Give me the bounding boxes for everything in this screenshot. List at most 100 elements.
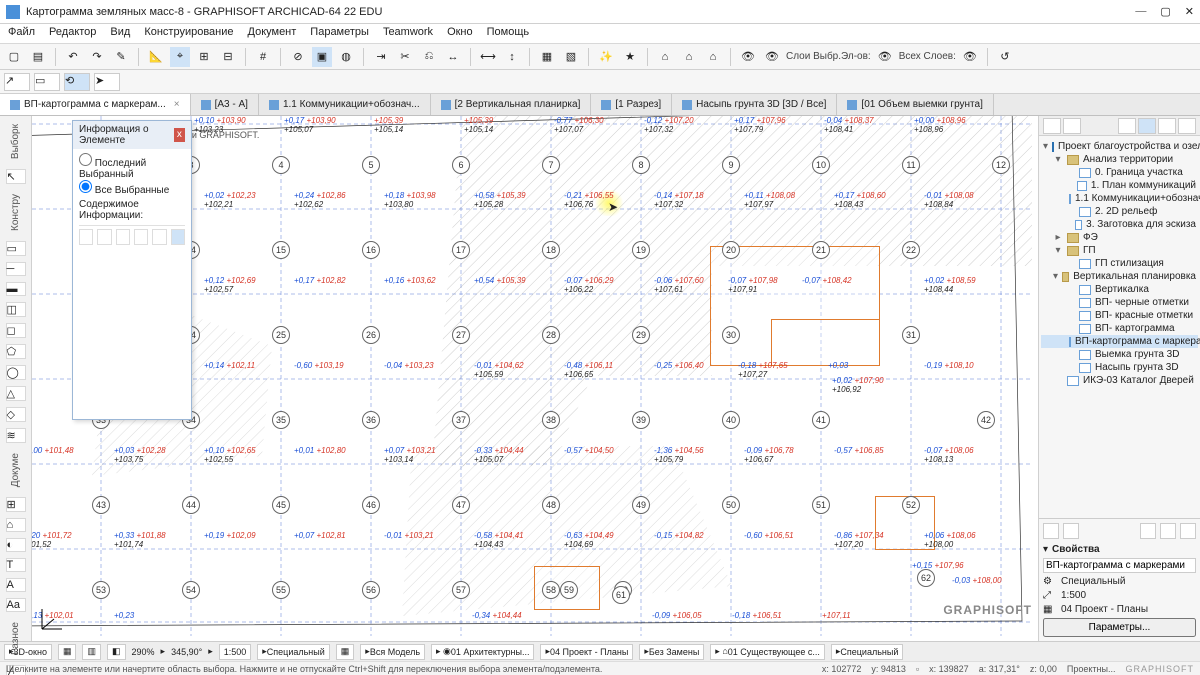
nav-tab-1[interactable]: [1043, 118, 1061, 134]
sb-icon-3[interactable]: ◧: [107, 644, 126, 660]
pick-icon[interactable]: ✎: [111, 47, 131, 67]
menu-Конструирование[interactable]: Конструирование: [144, 26, 233, 41]
zoom-value[interactable]: 290%: [132, 647, 155, 657]
tool-button[interactable]: Aa: [6, 598, 26, 612]
prop-icon-4[interactable]: [1160, 523, 1176, 539]
prop-name-field[interactable]: [1043, 558, 1196, 573]
tree-item-1-1-[interactable]: 1.1 Коммуникации+обозначения: [1041, 192, 1198, 205]
house-icon[interactable]: ⌂: [655, 47, 675, 67]
3d-icon[interactable]: ◍: [336, 47, 356, 67]
tab-1-1-[interactable]: 1.1 Коммуникации+обознач...: [259, 94, 431, 115]
nav-tab-views-icon[interactable]: [1138, 118, 1156, 134]
tree-item--[interactable]: ▸ФЭ: [1041, 231, 1198, 244]
suspend-icon[interactable]: ⊘: [288, 47, 308, 67]
prop-icon-3[interactable]: [1140, 523, 1156, 539]
tool-button[interactable]: ◫: [6, 302, 26, 317]
tool-button[interactable]: A: [6, 578, 26, 592]
tree-item--[interactable]: ВП- картограмма: [1041, 322, 1198, 335]
tree-item--[interactable]: ▾Вертикальная планировка: [1041, 270, 1198, 283]
settings-button[interactable]: Параметры...: [1043, 618, 1196, 637]
undo-icon[interactable]: ↶: [63, 47, 83, 67]
layer-icon[interactable]: ▦: [537, 47, 557, 67]
nav-tab-home-icon[interactable]: [1118, 118, 1136, 134]
sb-icon-1[interactable]: ▦: [58, 644, 77, 660]
adjust-icon[interactable]: ↔: [443, 47, 463, 67]
tab--2-[interactable]: [2 Вертикальная планирка]: [431, 94, 592, 115]
tree-item--[interactable]: ВП- красные отметки: [1041, 309, 1198, 322]
tab--3D-3D-[interactable]: Насыпь грунта 3D [3D / Все]: [672, 94, 837, 115]
tree-item--[interactable]: ГП стилизация: [1041, 257, 1198, 270]
tree-item--[interactable]: ▾ГП: [1041, 244, 1198, 257]
tree-item--[interactable]: ▾Анализ территории: [1041, 153, 1198, 166]
tree-item--3D[interactable]: Насыпь грунта 3D: [1041, 361, 1198, 374]
opt5-button[interactable]: ▸ Без Замены: [639, 644, 704, 660]
new-icon[interactable]: ▢: [4, 47, 24, 67]
nav-tab-2[interactable]: [1063, 118, 1081, 134]
dim-icon[interactable]: ⟷: [478, 47, 498, 67]
tool-button[interactable]: ◻: [6, 323, 26, 338]
info-icon-4[interactable]: [134, 229, 148, 245]
tab--3-[interactable]: [А3 - А]: [191, 94, 259, 115]
tree-item-2-2D-[interactable]: 2. 2D рельеф: [1041, 205, 1198, 218]
sb-icon-4[interactable]: ▦: [336, 644, 355, 660]
coord-opt[interactable]: Проектны...: [1067, 664, 1116, 674]
tree-root[interactable]: ▾Проект благоустройства и озеленени: [1041, 140, 1198, 153]
tool-button[interactable]: ◯: [6, 365, 26, 380]
menu-Teamwork[interactable]: Teamwork: [383, 26, 433, 41]
info-icon-3[interactable]: [116, 229, 130, 245]
menu-Файл[interactable]: Файл: [8, 26, 35, 41]
tree-item-3-[interactable]: 3. Заготовка для эскиза: [1041, 218, 1198, 231]
tab--01-[interactable]: [01 Объем выемки грунта]: [837, 94, 993, 115]
tool-button[interactable]: ≋: [6, 428, 26, 443]
tool-button[interactable]: ⌂: [6, 518, 26, 532]
info-icon-2[interactable]: [97, 229, 111, 245]
menu-Помощь[interactable]: Помощь: [487, 26, 530, 41]
tool-button[interactable]: ◐: [6, 538, 26, 552]
radio-last[interactable]: Последний Выбранный: [79, 158, 146, 180]
opt6-button[interactable]: ▸ ⌂ 01 Существующее с...: [710, 644, 825, 660]
tab--1-[interactable]: [1 Разрез]: [591, 94, 672, 115]
snap3-icon[interactable]: ⊟: [218, 47, 238, 67]
house2-icon[interactable]: ⌂: [679, 47, 699, 67]
prop-icon-5[interactable]: [1180, 523, 1196, 539]
house3-icon[interactable]: ⌂: [703, 47, 723, 67]
minimize-button[interactable]: —: [1135, 5, 1146, 18]
snap2-icon[interactable]: ⊞: [194, 47, 214, 67]
snap-icon[interactable]: ⌖: [170, 47, 190, 67]
sb-icon-2[interactable]: ▥: [82, 644, 101, 660]
tool-button[interactable]: T: [6, 558, 26, 572]
ruler-icon[interactable]: 📐: [146, 47, 166, 67]
prop-icon-2[interactable]: [1063, 523, 1079, 539]
opt7-button[interactable]: ▸ Специальный: [831, 644, 904, 660]
dim2-icon[interactable]: ↕: [502, 47, 522, 67]
opt4-button[interactable]: ▸ 04 Проект - Планы: [540, 644, 633, 660]
split-icon[interactable]: ⎌: [419, 47, 439, 67]
tool-button[interactable]: ▬: [6, 282, 26, 296]
wand-icon[interactable]: ✨: [596, 47, 616, 67]
eye4-icon[interactable]: 👁: [960, 47, 980, 67]
info-icon-1[interactable]: [79, 229, 93, 245]
tree-item--[interactable]: ВП-картограмма с маркерами: [1041, 335, 1198, 348]
prop-icon-1[interactable]: [1043, 523, 1059, 539]
chevron-down-icon[interactable]: ▾: [1043, 544, 1048, 555]
tree-item--03-[interactable]: ИКЭ-03 Каталог Дверей: [1041, 374, 1198, 387]
nav-tab-pub-icon[interactable]: [1178, 118, 1196, 134]
redo-icon[interactable]: ↷: [87, 47, 107, 67]
tool-button[interactable]: ▭: [6, 241, 26, 256]
menu-Параметры[interactable]: Параметры: [310, 26, 369, 41]
nav-tab-layouts-icon[interactable]: [1158, 118, 1176, 134]
tree-item--[interactable]: ВП- черные отметки: [1041, 296, 1198, 309]
tree-item--[interactable]: Вертикалка: [1041, 283, 1198, 296]
align-icon[interactable]: ⇥: [371, 47, 391, 67]
tool-button[interactable]: ⊞: [6, 497, 26, 512]
layer2-icon[interactable]: ▧: [561, 47, 581, 67]
navigator-tree[interactable]: ▾Проект благоустройства и озеленени▾Анал…: [1039, 136, 1200, 518]
tree-item--3D[interactable]: Выемка грунта 3D: [1041, 348, 1198, 361]
menu-Вид[interactable]: Вид: [110, 26, 130, 41]
drawing-canvas[interactable]: ➤ 23456789101112131415161718192021222324…: [32, 116, 1038, 641]
panel-close-icon[interactable]: x: [174, 128, 185, 142]
maximize-button[interactable]: ▢: [1160, 5, 1170, 18]
box-icon[interactable]: ▣: [312, 47, 332, 67]
open-icon[interactable]: ▤: [28, 47, 48, 67]
tool-button[interactable]: ─: [6, 262, 26, 276]
